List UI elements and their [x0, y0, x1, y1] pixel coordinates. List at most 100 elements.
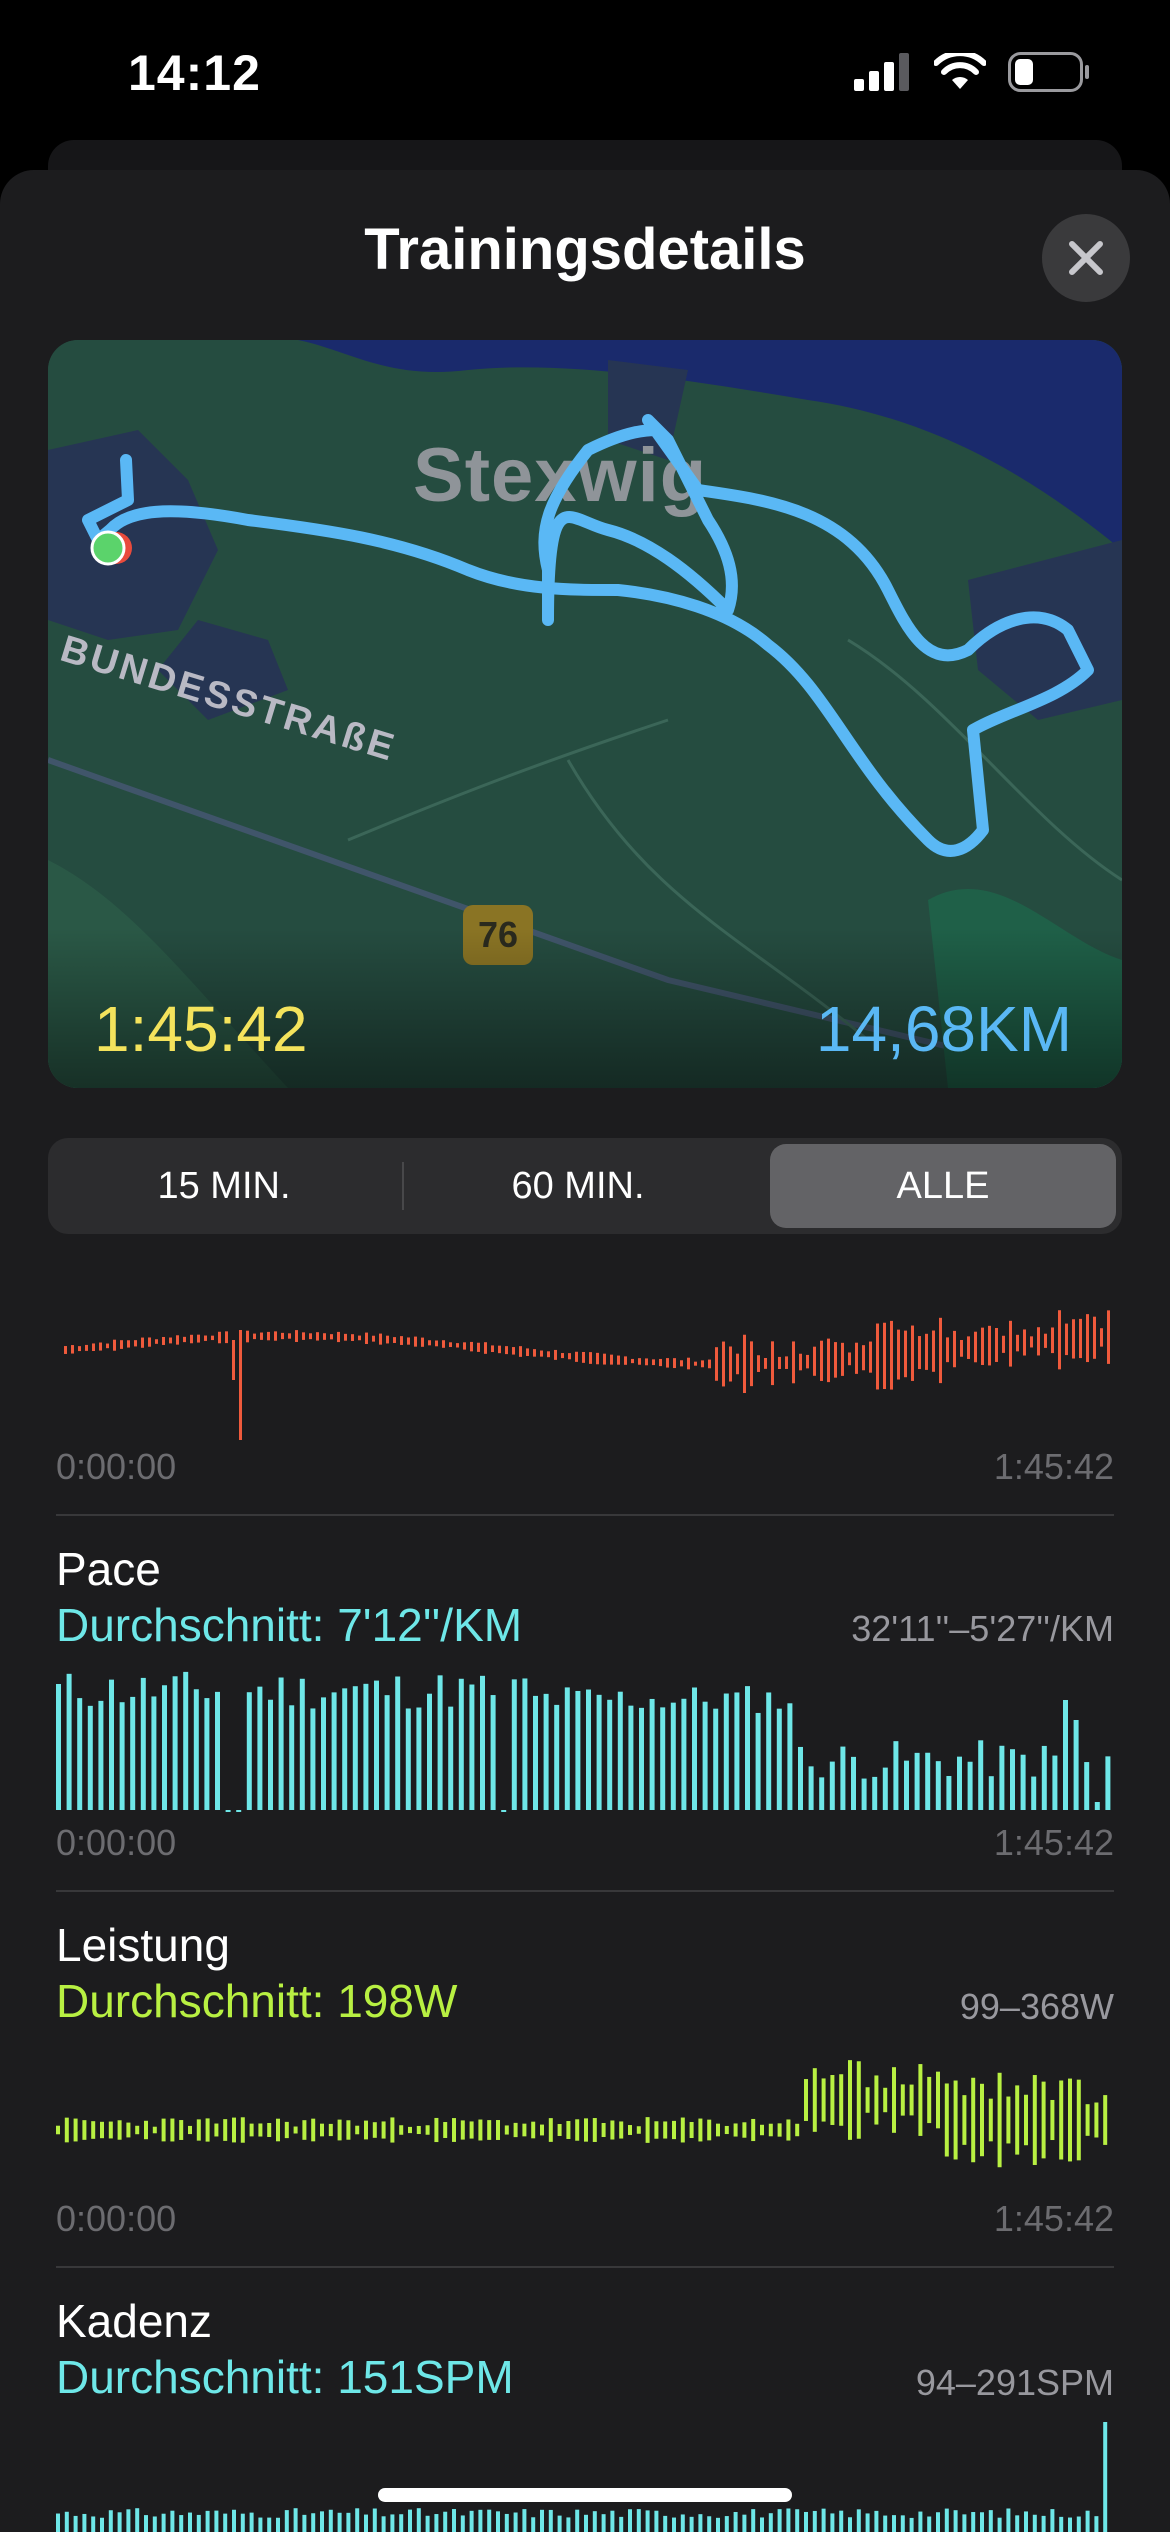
chart-bar [766, 1692, 772, 1810]
chart-bar [504, 2513, 509, 2532]
chart-bar [584, 2514, 588, 2532]
chart-bar [566, 2121, 571, 2139]
chart-bar [66, 1673, 72, 1810]
chart-bar [372, 2508, 377, 2532]
chart-bar [978, 1740, 984, 1810]
chart-bar [892, 2067, 896, 2133]
chart-bar [925, 1333, 928, 1370]
chart-bar [603, 1353, 606, 1365]
chart-bar [480, 1675, 485, 1810]
chart-bar [1059, 2516, 1064, 2532]
chart-bar [702, 1701, 708, 1810]
chart-bar [365, 1332, 368, 1344]
chart-bar [1006, 2096, 1011, 2144]
chart-bar [689, 2516, 694, 2532]
metric-average: Durchschnitt: 7'12''/KM [56, 1599, 523, 1651]
chart-bar [78, 1346, 81, 1352]
chart-bar [162, 1336, 165, 1345]
chart-bar [692, 1687, 697, 1810]
chart-bar [311, 2118, 316, 2142]
chart-bar [1024, 2094, 1028, 2146]
chart-bar [596, 1352, 599, 1365]
chart-bar [183, 1671, 189, 1810]
chart-start-time: 0:00:00 [56, 1822, 177, 1863]
chart-bar [561, 1353, 564, 1359]
chart-bar [760, 2124, 764, 2136]
chart-bar [144, 2120, 148, 2140]
chart-bar [469, 1684, 475, 1810]
chart-bar [288, 1333, 291, 1339]
chart-bar [274, 1331, 277, 1341]
status-bar: 14:12 [0, 0, 1170, 150]
chart-bar [513, 2512, 518, 2532]
chart-bar [91, 2516, 96, 2532]
chart-bar [302, 1332, 305, 1340]
chart-bar [666, 1358, 669, 1368]
chart-bar [607, 1699, 613, 1810]
chart-bar [337, 2512, 342, 2532]
chart-bar [355, 2508, 360, 2532]
chart-bar [900, 2084, 905, 2116]
chart-bar [742, 2122, 747, 2138]
chart-bar [533, 1349, 536, 1357]
chart-bar [939, 1317, 942, 1384]
range-option-alle[interactable]: ALLE [770, 1144, 1116, 1228]
chart-bar [267, 1331, 270, 1341]
chart-bar [715, 1347, 718, 1381]
chart-bar [742, 2514, 747, 2532]
chart-bar [911, 1325, 914, 1381]
chart-bar [897, 1329, 900, 1380]
chart-bar [1032, 2075, 1037, 2165]
chart-bar [872, 1776, 878, 1810]
chart-bar [284, 2121, 289, 2139]
chart-bar [82, 2120, 87, 2140]
chart-bar [663, 2121, 668, 2139]
chart-bar [197, 1334, 200, 1343]
chart-bar [927, 2076, 932, 2124]
chart-bar [117, 2512, 122, 2532]
chart-bar [428, 1340, 431, 1346]
chart-bar [504, 2125, 509, 2135]
chart-bar [512, 1347, 515, 1355]
chart-bar [496, 2511, 500, 2532]
chart-bar [260, 1332, 263, 1340]
chart-bar [610, 2510, 615, 2532]
chart-bar [882, 1767, 888, 1810]
chart-bar [281, 1332, 284, 1340]
chart-bar [289, 1705, 295, 1810]
chart-bar [293, 2508, 298, 2532]
chart-bar [936, 2071, 940, 2129]
chart-bar [638, 1358, 641, 1365]
range-option-15-min[interactable]: 15 MIN. [54, 1144, 394, 1228]
chart-bar [408, 2509, 412, 2532]
chart-bar [484, 1342, 487, 1354]
chart-bar [399, 2125, 404, 2135]
chart-bar [617, 1355, 620, 1365]
close-button[interactable] [1042, 214, 1130, 302]
chart-bar [381, 2121, 386, 2139]
chart-bar [575, 1690, 581, 1810]
chart-bar [628, 1705, 634, 1810]
chart-bar [435, 1340, 438, 1347]
chart-bar [540, 2124, 544, 2136]
close-icon [1069, 241, 1103, 275]
chart-bar [119, 1702, 125, 1810]
chart-bar [100, 2517, 104, 2532]
chart-bar [425, 2125, 430, 2135]
chart-bar [601, 2122, 606, 2138]
chart-bar [223, 2513, 228, 2532]
chart-bar [56, 2513, 60, 2532]
range-option-60-min[interactable]: 60 MIN. [408, 1144, 748, 1228]
chart-start-time: 0:00:00 [56, 2198, 177, 2239]
chart-bar [883, 2515, 888, 2532]
chart-bar [834, 1342, 837, 1378]
chart-bar [77, 1698, 83, 1810]
chart-bar [170, 2510, 175, 2532]
route-map[interactable]: Stexwig BUNDESSTRAßE 76 1:45:42 14,68KM [48, 340, 1122, 1088]
chart-bar [795, 2509, 800, 2532]
home-indicator[interactable] [378, 2488, 792, 2502]
chart-bar [601, 2514, 606, 2532]
chart-bar [1094, 2516, 1099, 2532]
chart-bar [645, 2117, 650, 2143]
chart-bar [82, 2513, 87, 2532]
